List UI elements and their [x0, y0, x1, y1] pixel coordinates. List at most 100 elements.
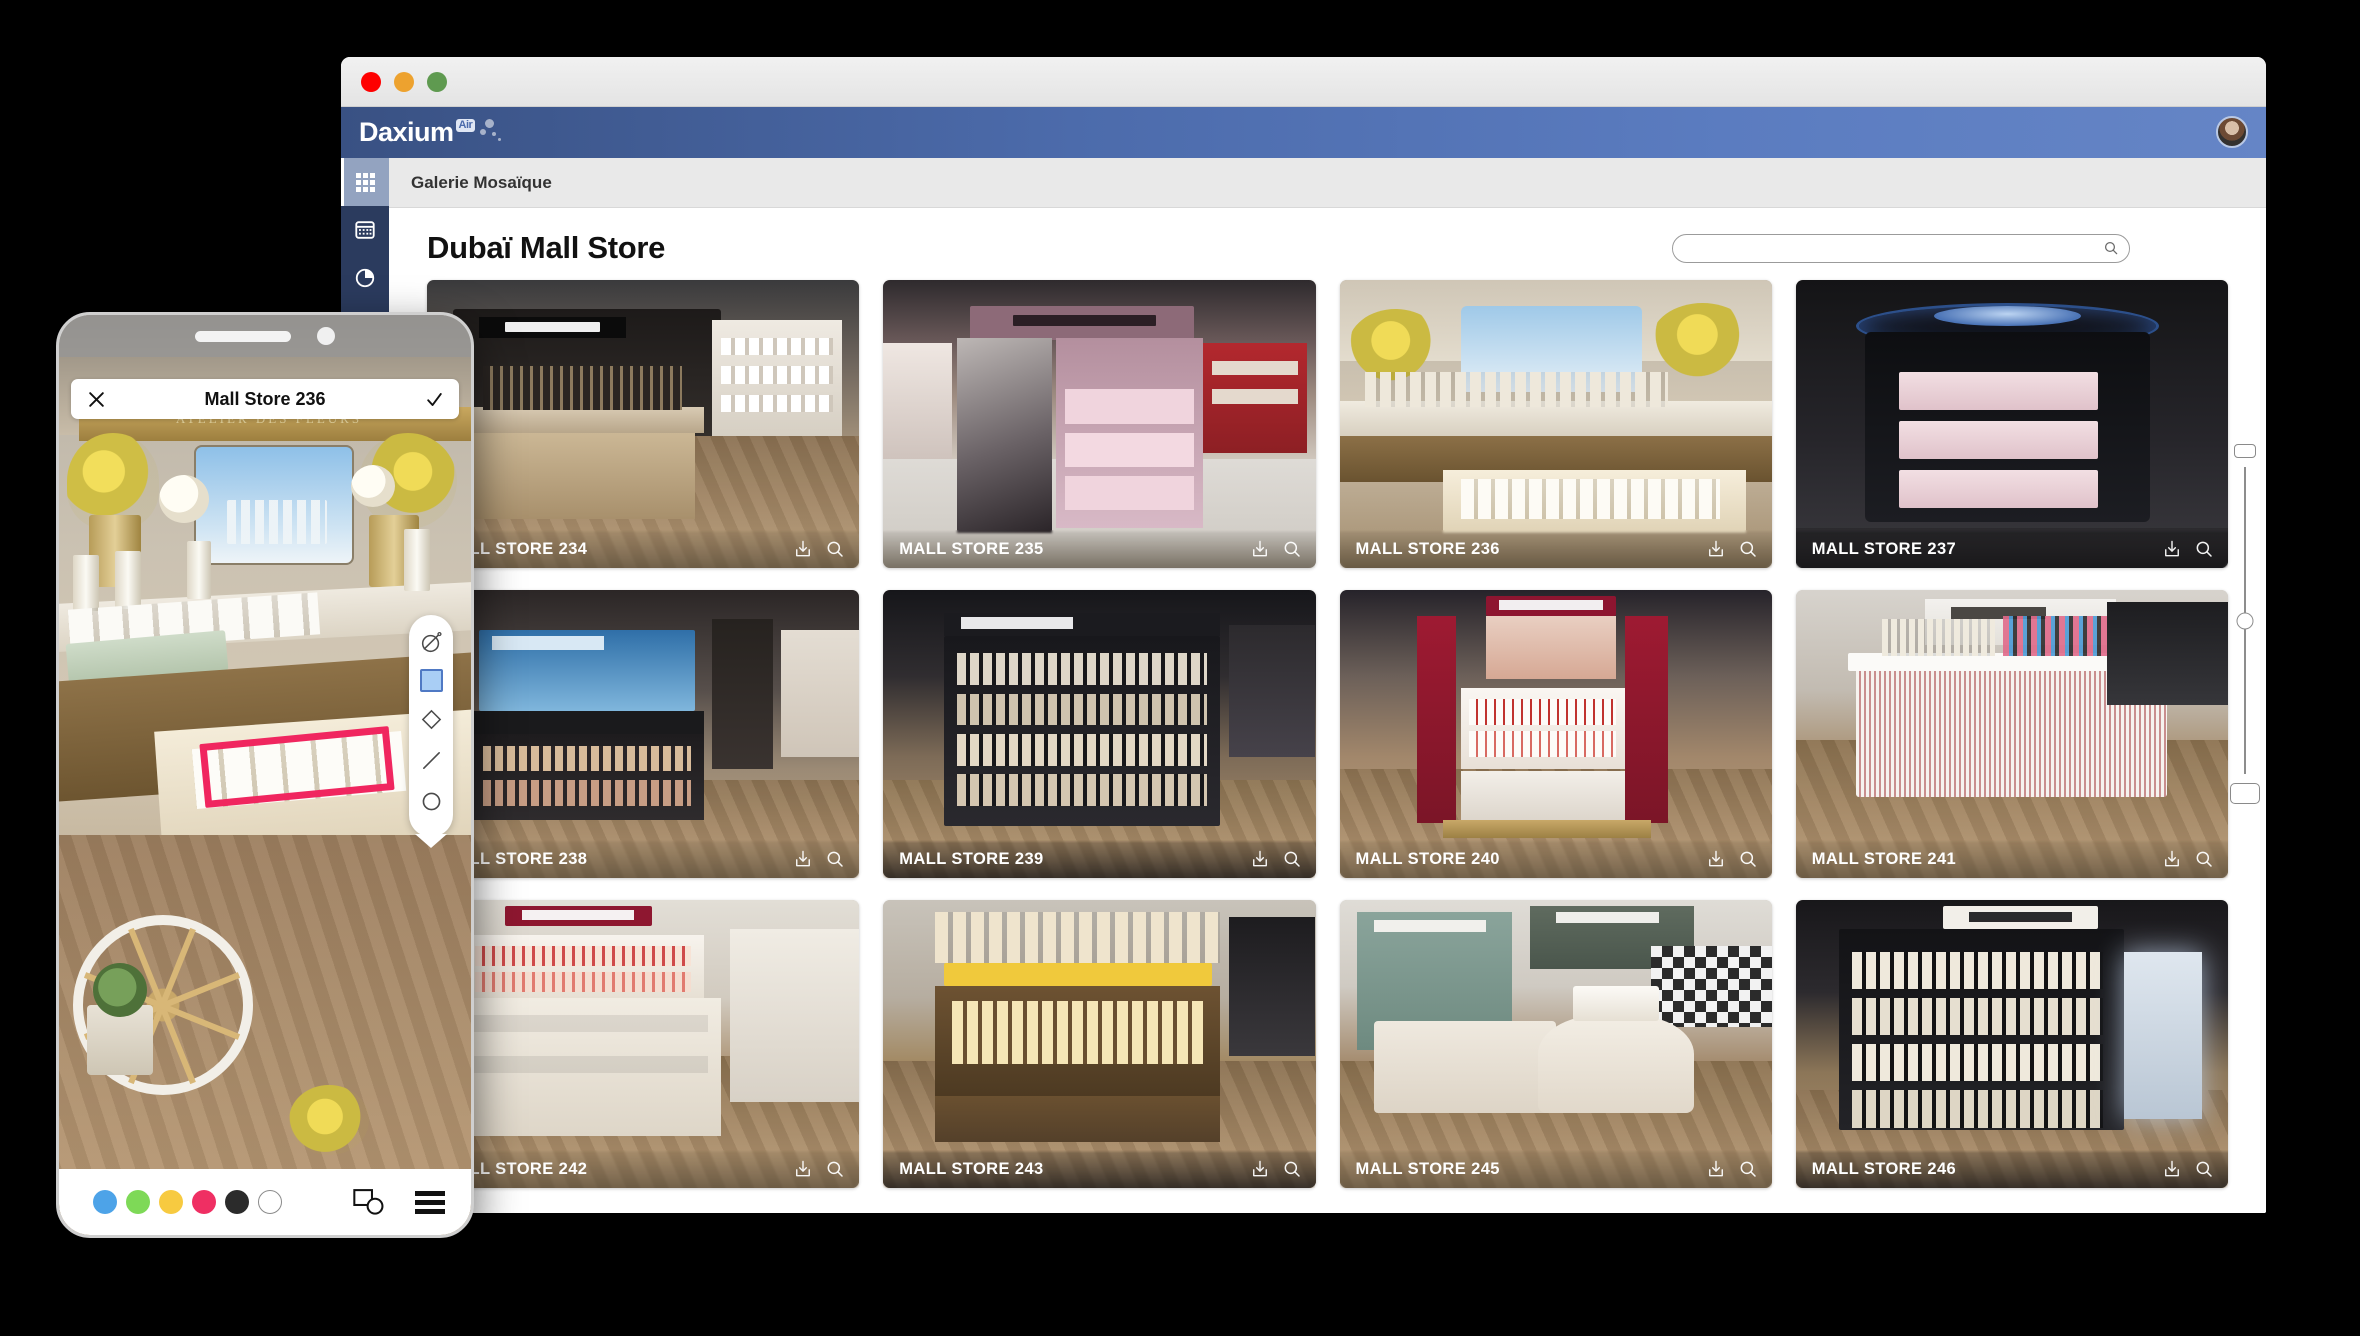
color-swatch-pink[interactable] [192, 1190, 216, 1214]
thumbnail-image [427, 280, 860, 568]
search-icon[interactable] [1282, 1159, 1302, 1179]
thumbnail-tile[interactable]: MALL STORE 239 [883, 590, 1316, 878]
download-icon[interactable] [793, 849, 813, 869]
search-icon[interactable] [2194, 849, 2214, 869]
window-close-button[interactable] [361, 71, 381, 92]
search-icon[interactable] [2194, 539, 2214, 559]
thumbnail-image [1339, 280, 1772, 568]
sidebar-item-calendar[interactable] [341, 206, 389, 254]
download-icon[interactable] [2162, 849, 2182, 869]
thumbnail-tile[interactable]: MALL STORE 236 [1339, 280, 1772, 568]
download-icon[interactable] [1706, 1159, 1726, 1179]
close-icon[interactable] [83, 386, 109, 412]
drawing-tool-rail [409, 615, 453, 837]
thumbnail-label: MALL STORE 237 [1811, 539, 1957, 558]
diamond-tool-icon[interactable] [417, 705, 445, 733]
search-icon[interactable] [1738, 849, 1758, 869]
thumbnail-image [883, 590, 1316, 878]
logo-bubbles-icon [479, 117, 519, 145]
thumbnail-image [883, 280, 1316, 568]
search-icon[interactable] [1282, 539, 1302, 559]
search-icon[interactable] [1282, 849, 1302, 869]
search-box[interactable] [1672, 233, 2130, 263]
thumbnail-image [427, 900, 860, 1188]
thumbnail-caption-bar: MALL STORE 242 [427, 1150, 860, 1188]
download-icon[interactable] [1706, 539, 1726, 559]
phone-speaker-icon [195, 330, 291, 342]
search-icon[interactable] [825, 539, 845, 559]
thumbnail-tile[interactable]: MALL STORE 240 [1339, 590, 1772, 878]
search-icon [2104, 241, 2118, 255]
color-swatch-black[interactable] [225, 1190, 249, 1214]
download-icon[interactable] [2162, 539, 2182, 559]
thumbnail-caption-bar: MALL STORE 245 [1339, 1150, 1772, 1188]
slider-track[interactable] [2236, 467, 2254, 774]
download-icon[interactable] [793, 539, 813, 559]
thumbnail-caption-bar: MALL STORE 238 [427, 840, 860, 878]
download-icon[interactable] [2162, 1159, 2182, 1179]
color-swatch-yellow[interactable] [159, 1190, 183, 1214]
phone-screen: ATELIER DES FLEURS [59, 315, 471, 1235]
calendar-icon [355, 221, 375, 239]
tab-galerie-mosaique[interactable]: Galerie Mosaïque [411, 173, 552, 193]
annotation-toolbar-header: Mall Store 236 [71, 379, 459, 419]
thumbnail-caption-bar: MALL STORE 240 [1339, 840, 1772, 878]
check-icon[interactable] [421, 386, 447, 412]
window-body: Galerie Mosaïque Dubaï Mall Store MALL S… [341, 158, 2266, 1213]
small-thumbnail-icon[interactable] [2234, 444, 2256, 458]
window-minimize-button[interactable] [394, 71, 414, 92]
sidebar-item-statistics[interactable] [341, 254, 389, 302]
download-icon[interactable] [1706, 849, 1726, 869]
color-swatch-green[interactable] [126, 1190, 150, 1214]
thumbnail-tile[interactable]: MALL STORE 235 [883, 280, 1316, 568]
thumbnail-label: MALL STORE 238 [443, 849, 588, 868]
ellipse-tool-icon[interactable] [417, 787, 445, 815]
color-swatch-blue[interactable] [93, 1190, 117, 1214]
shapes-icon[interactable] [353, 1189, 385, 1215]
search-icon[interactable] [825, 1159, 845, 1179]
thumbnail-image [1795, 590, 2228, 878]
line-tool-icon[interactable] [417, 746, 445, 774]
rectangle-tool-icon[interactable] [419, 669, 443, 692]
thumbnail-image [1339, 590, 1772, 878]
thumbnail-caption-bar: MALL STORE 241 [1795, 840, 2228, 878]
thumbnail-label: MALL STORE 241 [1811, 849, 1957, 868]
thumbnail-label: MALL STORE 234 [443, 539, 588, 558]
thumbnail-tile[interactable]: MALL STORE 245 [1339, 900, 1772, 1188]
brand-name: Daxium [359, 117, 454, 147]
thumbnail-tile[interactable]: MALL STORE 241 [1795, 590, 2228, 878]
large-thumbnail-icon[interactable] [2230, 783, 2260, 804]
thumbnail-label: MALL STORE 235 [899, 539, 1044, 558]
thumbnail-tile[interactable]: MALL STORE 242 [427, 900, 860, 1188]
search-input[interactable] [1673, 234, 2103, 262]
sidebar-item-gallery[interactable] [341, 158, 389, 206]
app-logo[interactable]: Daxium Air [341, 117, 519, 148]
slider-thumb[interactable] [2236, 612, 2254, 629]
hamburger-menu-icon[interactable] [415, 1190, 445, 1214]
download-icon[interactable] [1250, 849, 1270, 869]
thumbnail-tile[interactable]: MALL STORE 246 [1795, 900, 2228, 1188]
freehand-tool-icon[interactable] [417, 628, 445, 656]
thumbnail-tile[interactable]: MALL STORE 237 [1795, 280, 2228, 568]
window-maximize-button[interactable] [427, 71, 447, 92]
thumbnail-caption-bar: MALL STORE 239 [883, 840, 1316, 878]
thumbnail-caption-bar: MALL STORE 234 [427, 530, 860, 568]
mobile-annotation-overlay: ATELIER DES FLEURS [56, 312, 474, 1238]
thumbnail-tile[interactable]: MALL STORE 234 [427, 280, 860, 568]
thumbnail-size-slider[interactable] [2224, 444, 2266, 804]
search-icon[interactable] [1738, 539, 1758, 559]
search-icon[interactable] [825, 849, 845, 869]
download-icon[interactable] [793, 1159, 813, 1179]
thumbnail-label: MALL STORE 243 [899, 1159, 1044, 1178]
annotation-bottom-bar [59, 1169, 471, 1235]
user-avatar-image [2216, 116, 2248, 148]
search-icon[interactable] [2194, 1159, 2214, 1179]
desktop-background: Daxium Air Galerie Mosaïque Dubaï Mall S… [0, 0, 2360, 1336]
search-icon[interactable] [1738, 1159, 1758, 1179]
thumbnail-tile[interactable]: MALL STORE 238 [427, 590, 860, 878]
download-icon[interactable] [1250, 1159, 1270, 1179]
avatar[interactable] [2216, 116, 2248, 148]
color-swatch-white[interactable] [258, 1190, 282, 1214]
download-icon[interactable] [1250, 539, 1270, 559]
thumbnail-tile[interactable]: MALL STORE 243 [883, 900, 1316, 1188]
